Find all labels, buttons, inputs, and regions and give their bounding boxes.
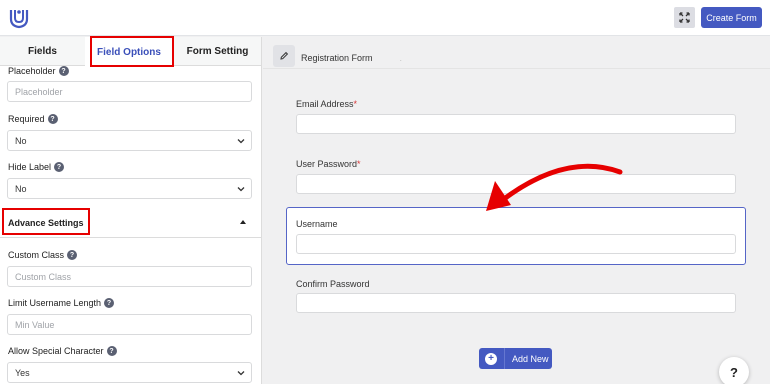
help-icon[interactable]: ?: [106, 346, 117, 356]
password-field-label: User Password*: [296, 159, 361, 169]
help-icon[interactable]: ?: [67, 250, 78, 260]
confirm-password-label: Confirm Password: [296, 279, 370, 289]
chevron-down-icon: [237, 187, 245, 192]
red-arrow-annotation: [486, 163, 623, 211]
limit-username-label: Limit Username Length ?: [8, 298, 115, 308]
advance-settings-title: Advance Settings: [8, 218, 84, 228]
chevron-down-icon: [237, 139, 245, 144]
email-field-label: Email Address*: [296, 99, 358, 109]
help-icon[interactable]: ?: [58, 66, 69, 76]
hide-label-select[interactable]: No: [7, 178, 252, 199]
add-new-button[interactable]: + Add New: [479, 348, 552, 369]
tab-field-options[interactable]: Field Options: [85, 37, 173, 67]
plus-icon: +: [485, 352, 497, 365]
custom-class-input[interactable]: Custom Class: [7, 266, 252, 287]
required-select[interactable]: No: [7, 130, 252, 151]
form-header: Registration Form .: [263, 37, 770, 69]
form-title: Registration Form: [301, 53, 373, 63]
confirm-password-field[interactable]: [296, 293, 736, 313]
tab-fields[interactable]: Fields: [0, 37, 85, 66]
caret-up-icon: [240, 220, 246, 224]
placeholder-label: Placeholder ?: [8, 66, 69, 76]
username-field-label: Username: [296, 219, 338, 229]
form-title-dot: .: [400, 57, 402, 63]
tab-form-setting[interactable]: Form Setting: [173, 37, 261, 66]
edit-title-button[interactable]: [273, 45, 295, 67]
required-label: Required ?: [8, 114, 58, 124]
allow-special-label: Allow Special Character ?: [8, 346, 117, 356]
sidebar-tabs: Fields Field Options Form Setting: [0, 37, 261, 67]
allow-special-select[interactable]: Yes: [7, 362, 252, 383]
help-icon[interactable]: ?: [104, 298, 115, 308]
pencil-icon: [280, 51, 289, 60]
username-field[interactable]: [296, 234, 736, 254]
placeholder-input[interactable]: Placeholder: [7, 81, 252, 102]
ur-logo-icon[interactable]: [8, 6, 30, 30]
help-icon[interactable]: ?: [54, 162, 65, 172]
expand-button[interactable]: [674, 7, 695, 28]
help-icon[interactable]: ?: [47, 114, 58, 124]
top-bar: Create Form: [0, 0, 770, 36]
create-form-button[interactable]: Create Form: [701, 7, 762, 28]
email-field[interactable]: [296, 114, 736, 134]
custom-class-label: Custom Class ?: [8, 250, 78, 260]
min-value-input[interactable]: Min Value: [7, 314, 252, 335]
chevron-down-icon: [237, 371, 245, 376]
field-options-panel: Fields Field Options Form Setting Placeh…: [0, 37, 262, 384]
help-button[interactable]: ?: [719, 357, 749, 384]
advance-settings-header[interactable]: Advance Settings: [0, 209, 261, 238]
expand-icon: [679, 12, 690, 23]
hide-label-label: Hide Label ?: [8, 162, 65, 172]
